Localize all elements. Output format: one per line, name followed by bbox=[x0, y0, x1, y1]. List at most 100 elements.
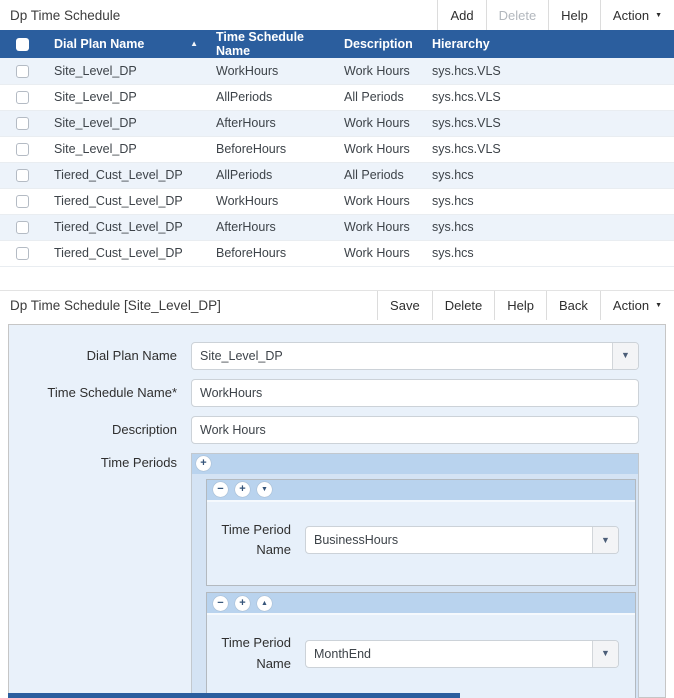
column-label-schedule: Time Schedule Name bbox=[216, 30, 304, 58]
save-button-label: Save bbox=[390, 297, 420, 313]
caret-down-icon: ▼ bbox=[655, 11, 662, 19]
cell-hierarchy: sys.hcs.VLS bbox=[422, 84, 674, 111]
cell-dial-plan: Site_Level_DP bbox=[44, 110, 206, 137]
column-label-hierarchy: Hierarchy bbox=[432, 37, 490, 51]
move-time-period-up-button[interactable]: ▲ bbox=[257, 595, 272, 611]
save-button[interactable]: Save bbox=[377, 290, 432, 320]
cell-description: Work Hours bbox=[334, 214, 422, 241]
delete-button-label: Delete bbox=[498, 7, 537, 23]
table-row[interactable]: Site_Level_DP AllPeriods All Periods sys… bbox=[0, 84, 674, 111]
form-row-dial-plan-name: Dial Plan Name Site_Level_DP ▼ bbox=[9, 341, 639, 370]
cell-hierarchy: sys.hcs.VLS bbox=[422, 110, 674, 137]
dial-plan-name-select[interactable]: Site_Level_DP ▼ bbox=[191, 341, 639, 370]
time-period-group-body: Time Period Name BusinessHours ▼ bbox=[207, 502, 635, 586]
plus-icon: + bbox=[239, 483, 246, 495]
cell-schedule: AllPeriods bbox=[206, 84, 334, 111]
dp-time-schedule-list-panel: Dp Time Schedule Add Delete Help Action … bbox=[0, 0, 674, 267]
description-input[interactable] bbox=[191, 415, 639, 444]
time-periods-add-bar: + bbox=[192, 453, 638, 474]
time-schedule-table: Dial Plan Name ▲ Time Schedule Name Desc… bbox=[0, 30, 674, 267]
table-row[interactable]: Tiered_Cust_Level_DP WorkHours Work Hour… bbox=[0, 188, 674, 215]
row-checkbox[interactable] bbox=[15, 221, 29, 235]
detail-panel-header: Dp Time Schedule [Site_Level_DP] Save De… bbox=[0, 289, 674, 320]
table-row[interactable]: Tiered_Cust_Level_DP BeforeHours Work Ho… bbox=[0, 240, 674, 267]
add-time-period-button[interactable]: + bbox=[196, 456, 211, 471]
time-period-group-body: Time Period Name MonthEnd ▼ bbox=[207, 615, 635, 698]
cell-dial-plan: Tiered_Cust_Level_DP bbox=[44, 214, 206, 241]
cell-hierarchy: sys.hcs bbox=[422, 214, 674, 241]
table-row[interactable]: Tiered_Cust_Level_DP AfterHours Work Hou… bbox=[0, 214, 674, 241]
chevron-down-icon: ▼ bbox=[601, 534, 610, 545]
row-checkbox[interactable] bbox=[15, 64, 29, 78]
time-period-name-selected-value: MonthEnd bbox=[314, 646, 371, 661]
description-label: Description bbox=[111, 422, 177, 437]
app-window: Dp Time Schedule Add Delete Help Action … bbox=[0, 0, 674, 698]
cell-schedule: BeforeHours bbox=[206, 240, 334, 267]
cell-hierarchy: sys.hcs.VLS bbox=[422, 58, 674, 85]
dropdown-arrow-button[interactable]: ▼ bbox=[592, 640, 618, 667]
plus-icon: + bbox=[200, 457, 207, 469]
cell-dial-plan: Site_Level_DP bbox=[44, 58, 206, 85]
time-schedule-name-input[interactable] bbox=[191, 378, 639, 407]
cell-hierarchy: sys.hcs bbox=[422, 188, 674, 215]
detail-panel-title: Dp Time Schedule [Site_Level_DP] bbox=[10, 297, 221, 313]
time-period-name-selected-value: BusinessHours bbox=[314, 533, 399, 548]
delete-button-label: Delete bbox=[444, 297, 483, 313]
delete-button[interactable]: Delete bbox=[431, 290, 495, 320]
cell-schedule: BeforeHours bbox=[206, 136, 334, 163]
detail-panel-toolbar: Save Delete Help Back Action ▼ bbox=[377, 290, 674, 320]
action-menu-button[interactable]: Action ▼ bbox=[599, 0, 674, 30]
list-panel-header: Dp Time Schedule Add Delete Help Action … bbox=[0, 0, 674, 30]
add-time-period-button[interactable]: + bbox=[235, 482, 250, 497]
table-row[interactable]: Site_Level_DP BeforeHours Work Hours sys… bbox=[0, 136, 674, 163]
table-row[interactable]: Tiered_Cust_Level_DP AllPeriods All Peri… bbox=[0, 162, 674, 189]
cell-description: Work Hours bbox=[334, 136, 422, 163]
time-period-name-select[interactable]: MonthEnd ▼ bbox=[305, 639, 619, 668]
help-button[interactable]: Help bbox=[548, 0, 600, 30]
cell-hierarchy: sys.hcs bbox=[422, 162, 674, 189]
plus-icon: + bbox=[239, 596, 246, 609]
column-header-hierarchy[interactable]: Hierarchy bbox=[422, 30, 674, 58]
dial-plan-name-label: Dial Plan Name bbox=[86, 348, 177, 363]
sort-ascending-icon: ▲ bbox=[190, 39, 198, 48]
table-header-row: Dial Plan Name ▲ Time Schedule Name Desc… bbox=[0, 30, 674, 58]
chevron-down-icon: ▼ bbox=[601, 648, 610, 659]
select-all-header-cell bbox=[0, 30, 44, 58]
time-period-name-select[interactable]: BusinessHours ▼ bbox=[305, 526, 619, 555]
add-button[interactable]: Add bbox=[437, 0, 485, 30]
row-checkbox[interactable] bbox=[15, 117, 29, 131]
row-checkbox[interactable] bbox=[15, 247, 29, 261]
column-label-description: Description bbox=[344, 37, 413, 51]
dropdown-arrow-button[interactable]: ▼ bbox=[612, 342, 638, 369]
row-checkbox[interactable] bbox=[15, 143, 29, 157]
arrow-up-icon: ▲ bbox=[261, 599, 268, 607]
column-header-dial-plan[interactable]: Dial Plan Name ▲ bbox=[44, 30, 206, 58]
back-button[interactable]: Back bbox=[546, 290, 600, 320]
time-period-name-label: Time Period Name bbox=[221, 635, 291, 671]
form-row-time-schedule-name: Time Schedule Name* bbox=[9, 378, 639, 407]
remove-time-period-button[interactable]: − bbox=[213, 482, 228, 497]
list-panel-title: Dp Time Schedule bbox=[10, 7, 121, 23]
action-menu-button[interactable]: Action ▼ bbox=[599, 290, 674, 320]
time-period-group: − + ▼ Time Period Name BusinessHours ▼ bbox=[206, 478, 636, 587]
minus-icon: − bbox=[217, 483, 224, 495]
cell-schedule: AfterHours bbox=[206, 214, 334, 241]
cell-dial-plan: Tiered_Cust_Level_DP bbox=[44, 162, 206, 189]
row-checkbox[interactable] bbox=[15, 169, 29, 183]
table-row[interactable]: Site_Level_DP WorkHours Work Hours sys.h… bbox=[0, 58, 674, 85]
help-button[interactable]: Help bbox=[494, 290, 546, 320]
table-row[interactable]: Site_Level_DP AfterHours Work Hours sys.… bbox=[0, 110, 674, 137]
column-header-description[interactable]: Description bbox=[334, 30, 422, 58]
form-row-description: Description bbox=[9, 415, 639, 444]
move-time-period-down-button[interactable]: ▼ bbox=[257, 482, 272, 497]
cell-description: Work Hours bbox=[334, 240, 422, 267]
add-time-period-button[interactable]: + bbox=[235, 595, 250, 611]
remove-time-period-button[interactable]: − bbox=[213, 595, 228, 611]
row-checkbox[interactable] bbox=[15, 195, 29, 209]
column-header-schedule[interactable]: Time Schedule Name bbox=[206, 30, 334, 58]
cell-schedule: WorkHours bbox=[206, 58, 334, 85]
row-checkbox[interactable] bbox=[15, 91, 29, 105]
select-all-checkbox[interactable] bbox=[15, 38, 29, 52]
dropdown-arrow-button[interactable]: ▼ bbox=[592, 527, 618, 554]
cell-description: Work Hours bbox=[334, 58, 422, 85]
